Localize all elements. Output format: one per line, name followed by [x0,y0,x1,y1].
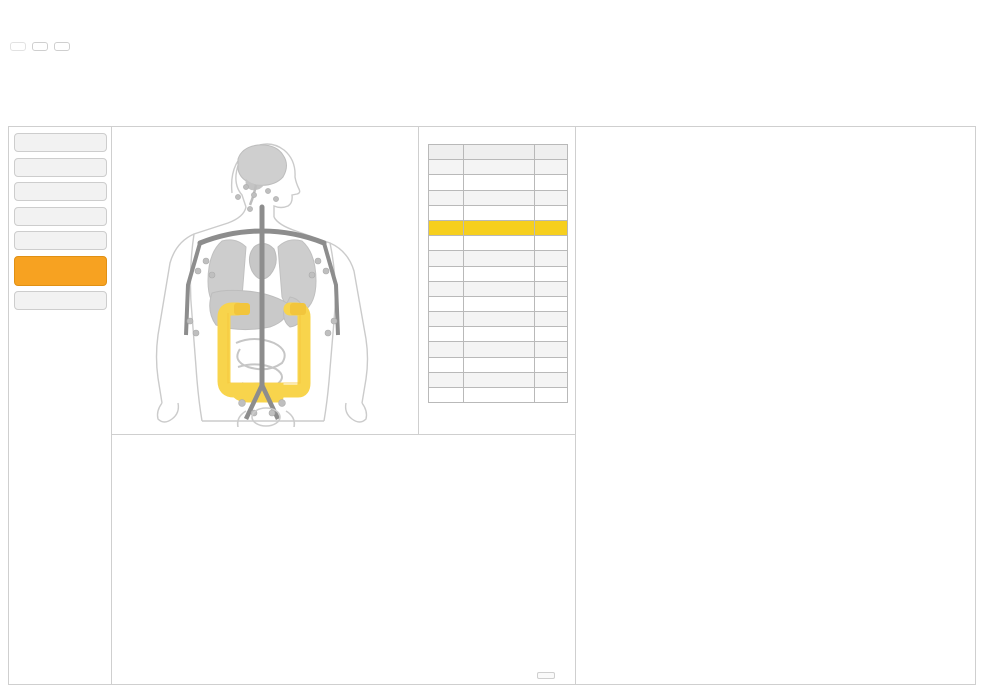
glycan-structure-grid [576,149,975,684]
species-tab-mouse[interactable] [32,42,48,51]
brain-shape [237,143,287,205]
table-row[interactable] [427,326,568,343]
table-row[interactable] [427,295,568,313]
table-row[interactable] [427,204,568,221]
human-body-svg[interactable] [150,135,382,427]
tissue-table-panel [418,126,577,435]
vascular-system [183,204,340,420]
nav-button-help[interactable] [14,182,107,201]
table-row[interactable] [427,341,568,358]
detail-panel [111,434,577,685]
all-clear-button[interactable] [537,672,555,679]
species-tab-human[interactable] [10,42,26,51]
table-row[interactable] [427,386,568,404]
anatomy-panel[interactable] [111,126,420,435]
table-row[interactable] [427,250,568,267]
nav-button-feedback[interactable] [14,206,107,226]
nav-button-old-home[interactable] [14,157,107,177]
nav-button-glycan-search[interactable] [14,255,107,286]
table-row[interactable] [427,371,568,389]
species-tab-zebrafish[interactable] [54,42,70,51]
nav-button-new-home[interactable] [14,133,107,152]
tissue-table[interactable] [427,143,568,404]
table-row[interactable] [427,311,568,328]
table-row[interactable] [427,356,568,373]
species-tab-group [10,42,70,51]
col-header-data [533,143,568,161]
nav-button-data-source[interactable] [14,231,107,250]
main-frame [8,126,976,686]
table-row[interactable] [427,159,568,176]
table-header-row [427,143,568,161]
table-row[interactable] [427,189,568,206]
table-row[interactable] [427,280,568,297]
nav-button-profile-input[interactable] [14,291,107,310]
table-row-selected[interactable] [427,219,568,237]
sidebar-nav-panel [8,126,113,685]
table-row[interactable] [427,174,568,191]
table-row[interactable] [427,235,568,252]
col-header-tissueid [427,143,464,161]
table-row[interactable] [427,265,568,282]
col-header-tissuename [462,143,535,161]
glycan-results-panel [575,126,976,685]
human-body-diagram[interactable] [112,127,419,434]
sidebar-nav-list [9,127,112,310]
